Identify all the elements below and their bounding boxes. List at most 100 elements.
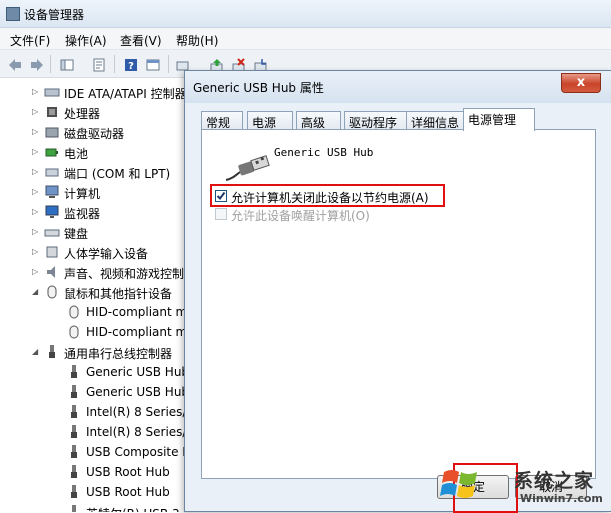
show-hide-tree-button[interactable]	[56, 54, 76, 74]
tree-item-label: USB Composite Device	[86, 445, 186, 459]
help-button[interactable]: ?	[120, 54, 140, 74]
tree-item-label: 键盘	[64, 227, 89, 241]
computer-icon	[45, 185, 59, 198]
usb-icon	[71, 445, 77, 458]
port-icon	[45, 168, 59, 177]
tree-item-label: 磁盘驱动器	[64, 127, 125, 141]
tree-item[interactable]: ▷ 电池	[0, 142, 186, 162]
tree-item[interactable]: ▷ 端口 (COM 和 LPT)	[0, 162, 186, 182]
allow-power-off-label: 允许计算机关闭此设备以节约电源(A)	[231, 191, 429, 205]
tab-strip: 常规 电源 高级 驱动程序 详细信息 电源管理	[201, 108, 601, 131]
tree-item[interactable]: ▷ 声音、视频和游戏控制器	[0, 262, 186, 282]
tree-item-label: Intel(R) 8 Series/C220	[86, 405, 186, 419]
tree-item[interactable]: 英特尔(R) USB 3.0 可扩展主机控制器	[0, 502, 186, 512]
tree-item[interactable]: HID-compliant mouse	[0, 322, 186, 342]
tree-item[interactable]: Generic USB Hub	[0, 362, 186, 382]
tab-power[interactable]: 电源	[247, 111, 293, 130]
usb-plug-icon	[225, 155, 270, 181]
allow-wake-checkbox	[215, 208, 227, 220]
back-arrow-icon	[9, 59, 21, 71]
tree-item[interactable]: ◢ 鼠标和其他指针设备	[0, 282, 186, 302]
tab-power-management[interactable]: 电源管理	[463, 108, 535, 131]
windows-logo-icon	[440, 470, 477, 498]
usb-icon	[71, 485, 77, 498]
properties-dialog: Generic USB Hub 属性 x 常规 电源 高级 驱动程序 详细信息 …	[184, 70, 611, 513]
expand-arrow-icon[interactable]: ▷	[32, 107, 41, 116]
properties-view-button[interactable]	[88, 54, 108, 74]
expand-arrow-icon[interactable]: ▷	[32, 207, 41, 216]
tree-view-icon	[60, 59, 74, 71]
expand-arrow-icon[interactable]: ▷	[32, 227, 41, 236]
tree-item-label: 监视器	[64, 207, 101, 221]
hid-icon	[46, 246, 58, 258]
usb-icon	[72, 505, 76, 512]
tab-general[interactable]: 常规	[201, 111, 243, 130]
expand-arrow-icon[interactable]: ▷	[32, 167, 41, 176]
svg-text:?: ?	[128, 61, 134, 72]
watermark: 系统之家 Winwin7.com	[440, 462, 611, 512]
tree-item[interactable]: ▷ 计算机	[0, 182, 186, 202]
tab-advanced[interactable]: 高级	[296, 111, 341, 130]
allow-power-off-checkbox[interactable]	[215, 190, 227, 202]
tree-item[interactable]: ▷ 磁盘驱动器	[0, 122, 186, 142]
help-icon: ?	[125, 59, 137, 72]
device-tree: ▷ IDE ATA/ATAPI 控制器 ▷ 处理器 ▷ 磁盘驱动器 ▷ 电池 ▷ 端口 (COM …	[0, 78, 186, 512]
tree-item[interactable]: Intel(R) 8 Series/C220	[0, 422, 186, 442]
mouse-icon	[47, 285, 57, 299]
watermark-brand: 系统之家	[514, 470, 595, 492]
keyboard-icon	[44, 229, 60, 237]
expand-arrow-icon[interactable]: ▷	[32, 87, 41, 96]
usb-icon	[71, 465, 77, 478]
monitor-icon	[45, 205, 59, 218]
expand-arrow-icon[interactable]: ▷	[32, 267, 41, 276]
tree-item-label: USB Root Hub	[86, 465, 170, 479]
expand-arrow-icon[interactable]: ▷	[32, 147, 41, 156]
tree-item[interactable]: ◢ 通用串行总线控制器	[0, 342, 186, 362]
expand-arrow-icon[interactable]: ▷	[32, 187, 41, 196]
tree-item-label: HID-compliant mouse	[86, 325, 186, 339]
toolbar-separator	[50, 55, 51, 73]
tree-item[interactable]: USB Composite Device	[0, 442, 186, 462]
device-name: Generic USB Hub	[274, 146, 374, 159]
tree-item[interactable]: ▷ 处理器	[0, 102, 186, 122]
tree-item-label: 计算机	[64, 187, 101, 201]
properties-icon	[93, 58, 105, 72]
main-title-bar: 设备管理器	[0, 0, 611, 28]
usb-icon	[71, 425, 77, 438]
tab-driver[interactable]: 驱动程序	[344, 111, 414, 130]
tree-item[interactable]: USB Root Hub	[0, 482, 186, 502]
window-icon	[146, 59, 160, 71]
disk-icon	[45, 127, 59, 138]
collapse-arrow-icon[interactable]: ◢	[32, 287, 41, 296]
expand-arrow-icon[interactable]: ▷	[32, 247, 41, 256]
tree-item-label: 端口 (COM 和 LPT)	[64, 167, 171, 181]
back-button[interactable]	[4, 54, 24, 74]
tree-item[interactable]: ▷ 键盘	[0, 222, 186, 242]
tree-item[interactable]: Intel(R) 8 Series/C220	[0, 402, 186, 422]
collapse-arrow-icon[interactable]: ◢	[32, 347, 41, 356]
dialog-title: Generic USB Hub 属性	[193, 81, 324, 95]
menu-bar: 文件(F) 操作(A) 查看(V) 帮助(H)	[0, 28, 611, 50]
expand-arrow-icon[interactable]: ▷	[32, 127, 41, 136]
tree-item-label: IDE ATA/ATAPI 控制器	[64, 87, 186, 101]
menu-file[interactable]: 文件(F)	[10, 32, 50, 49]
device-manager-icon	[6, 7, 20, 21]
tree-item-label: 鼠标和其他指针设备	[64, 287, 173, 301]
tree-item[interactable]: ▷ IDE ATA/ATAPI 控制器	[0, 82, 186, 102]
menu-help[interactable]: 帮助(H)	[176, 32, 218, 49]
tree-item-label: 人体学输入设备	[64, 247, 149, 261]
cpu-icon	[47, 107, 57, 117]
tree-item[interactable]: ▷ 人体学输入设备	[0, 242, 186, 262]
tree-item[interactable]: Generic USB Hub	[0, 382, 186, 402]
menu-view[interactable]: 查看(V)	[120, 32, 162, 49]
tree-item[interactable]: ▷ 监视器	[0, 202, 186, 222]
tree-item-label: Generic USB Hub	[86, 385, 186, 399]
close-button[interactable]: x	[561, 73, 601, 93]
tree-item[interactable]: USB Root Hub	[0, 462, 186, 482]
checkmark-icon	[216, 191, 226, 201]
tree-item[interactable]: HID-compliant mouse	[0, 302, 186, 322]
action-view-button[interactable]	[142, 54, 162, 74]
forward-button[interactable]	[26, 54, 46, 74]
dialog-title-bar: Generic USB Hub 属性 x	[185, 71, 611, 103]
menu-action[interactable]: 操作(A)	[65, 32, 107, 49]
